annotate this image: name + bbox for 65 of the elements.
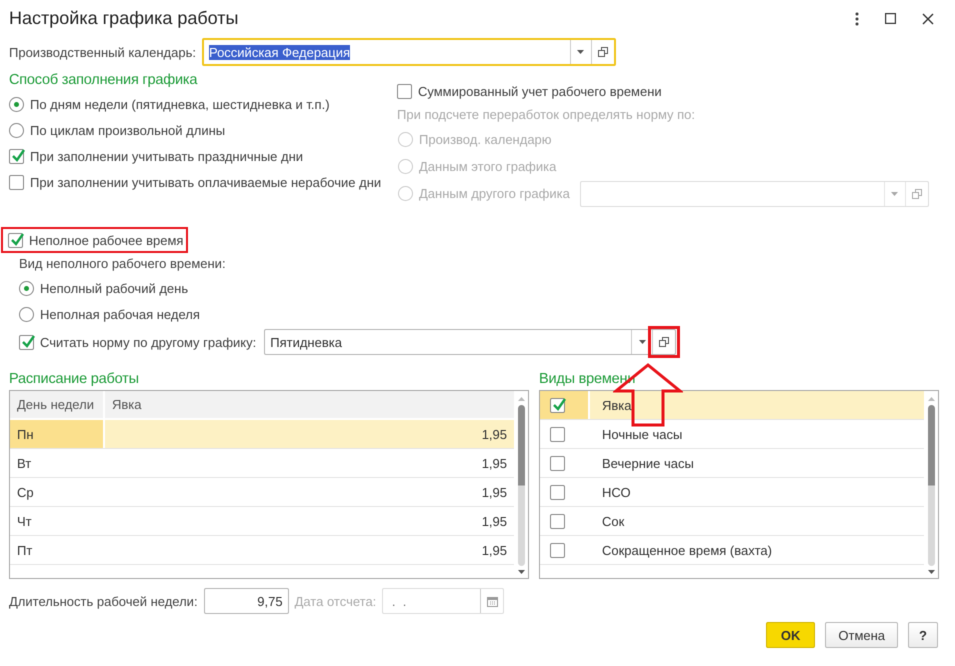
option-label: При заполнении учитывать праздничные дни [30, 148, 304, 164]
radio-button[interactable] [9, 96, 24, 112]
scroll-down-icon [928, 570, 934, 574]
radio-button[interactable] [19, 306, 34, 322]
option-label: По дням недели (пятидневка, шестидневка и т.п.) [30, 96, 330, 112]
option-label: Неполный рабочий день [40, 280, 188, 296]
section-label: Вид неполного рабочего времени: [19, 255, 227, 273]
option-label: Суммированный учет рабочего времени [418, 84, 662, 98]
radio-button[interactable] [9, 122, 24, 138]
column-header[interactable]: День недели [10, 391, 105, 418]
list-item-label: Сокращенное время (вахта) [601, 542, 773, 560]
maximize-icon[interactable] [885, 13, 896, 24]
field-label: Производственный календарь: [9, 44, 196, 60]
field-label: Длительность рабочей недели: [9, 594, 198, 608]
checkbox[interactable] [550, 484, 565, 500]
checkbox[interactable] [550, 514, 565, 528]
column-header[interactable]: Явка [105, 391, 514, 418]
table-cell-text: 1,95 [480, 484, 508, 502]
list-item-label: НСО [601, 484, 632, 502]
option-label: Неполное рабочее время [29, 232, 184, 248]
table-row[interactable]: Пн 1,95 [10, 420, 514, 449]
option-label: Данным другого графика [419, 186, 570, 201]
option-label: При заполнении учитывать оплачиваемые нерабочие дни [30, 174, 382, 190]
window-title: Настройка графика работы [9, 8, 238, 29]
checkbox[interactable] [550, 398, 565, 412]
section-heading: Способ заполнения графика [9, 71, 198, 90]
checkbox[interactable] [550, 542, 565, 558]
list-item-label: Сок [601, 512, 626, 530]
checkbox[interactable] [550, 456, 565, 470]
help-button[interactable]: ? [908, 622, 938, 648]
option-label: Данным этого графика [419, 159, 556, 174]
table-cell: Пт [10, 536, 105, 564]
ok-button[interactable]: OK [766, 622, 816, 648]
checkbox[interactable] [397, 84, 412, 98]
close-icon[interactable] [922, 12, 934, 24]
option-label: Неполная рабочая неделя [40, 306, 200, 322]
option-label: По циклам произвольной длины [30, 122, 226, 138]
list-item-label: Явка [601, 396, 632, 414]
radio-button[interactable] [19, 280, 34, 296]
checkbox[interactable] [9, 148, 24, 164]
table-cell-text: 1,95 [480, 454, 508, 472]
checkbox[interactable] [550, 426, 565, 442]
selected-text: Российская Федерация [208, 44, 350, 60]
list-row[interactable]: Явка [540, 391, 924, 420]
option-label: Производ. календарю [419, 132, 552, 147]
checkbox[interactable] [8, 232, 23, 248]
cancel-button[interactable]: Отмена [825, 622, 898, 648]
section-label: При подсчете переработок определять норму по: [397, 106, 696, 124]
table-cell-text: 1,95 [480, 512, 508, 530]
list-item-label: Вечерние часы [601, 454, 695, 473]
table-cell-text: 1,95 [480, 426, 508, 444]
checkbox[interactable] [9, 174, 24, 190]
list-item-label: Ночные часы [601, 426, 684, 444]
option-label: Считать норму по другому графику: [40, 334, 256, 350]
calendar-field[interactable]: Российская Федерация [202, 38, 616, 66]
scroll-up-icon [518, 397, 524, 401]
scroll-up-icon [928, 397, 934, 401]
table-cell: Пн [10, 420, 105, 448]
number-field[interactable]: 9,75 [204, 588, 289, 614]
checkbox[interactable] [19, 334, 34, 350]
scroll-down-icon [518, 570, 524, 574]
section-heading: Расписание работы [9, 370, 140, 389]
more-icon[interactable] [855, 12, 859, 26]
field-label: Дата отсчета: [294, 594, 376, 608]
table-cell-text: 1,95 [480, 542, 508, 560]
